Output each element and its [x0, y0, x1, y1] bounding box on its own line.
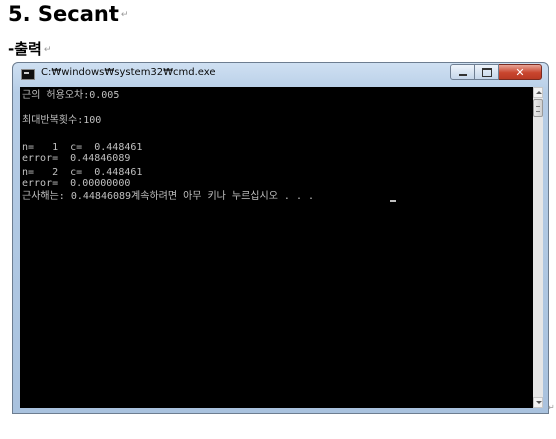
paragraph-mark: ↵: [120, 10, 129, 20]
maximize-icon: [481, 67, 492, 77]
console-line: error= 0.44846089: [22, 153, 131, 164]
console-line: n= 1 c= 0.448461: [22, 142, 143, 153]
console-line: 최대반복횟수:100: [22, 115, 102, 126]
document-heading: 5. Secant ↵: [8, 2, 129, 26]
console-line: 근사해는: 0.44846089계속하려면 아무 키나 누르십시오 . . .: [22, 191, 315, 202]
console-output[interactable]: 근의 허용오차:0.005 최대반복횟수:100 n= 1 c= 0.44846…: [20, 87, 533, 408]
window-title: C:₩windows₩system32₩cmd.exe: [41, 67, 216, 78]
scroll-up-arrow-icon[interactable]: [533, 87, 543, 98]
caption-buttons: ✕: [450, 64, 542, 80]
text-cursor: [390, 200, 396, 202]
vertical-scrollbar[interactable]: [533, 87, 543, 408]
console-line: n= 2 c= 0.448461: [22, 167, 143, 178]
maximize-button[interactable]: [475, 64, 499, 80]
minimize-icon: [458, 74, 467, 76]
console-line: 근의 허용오차:0.005: [22, 90, 120, 101]
console-icon[interactable]: [21, 69, 35, 80]
scrollbar-thumb[interactable]: [533, 99, 543, 117]
window-titlebar[interactable]: C:₩windows₩system32₩cmd.exe ✕: [13, 63, 548, 87]
cmd-window[interactable]: C:₩windows₩system32₩cmd.exe ✕ 근의 허용오차:0.…: [12, 62, 549, 414]
paragraph-mark: ↵: [43, 44, 52, 55]
console-line: error= 0.00000000: [22, 178, 131, 189]
scroll-down-arrow-icon[interactable]: [533, 397, 543, 408]
close-icon: ✕: [515, 65, 525, 79]
minimize-button[interactable]: [450, 64, 475, 80]
document-subheading: -출력 ↵: [8, 40, 52, 58]
close-button[interactable]: ✕: [499, 64, 542, 80]
paragraph-mark: ↵: [548, 403, 555, 412]
